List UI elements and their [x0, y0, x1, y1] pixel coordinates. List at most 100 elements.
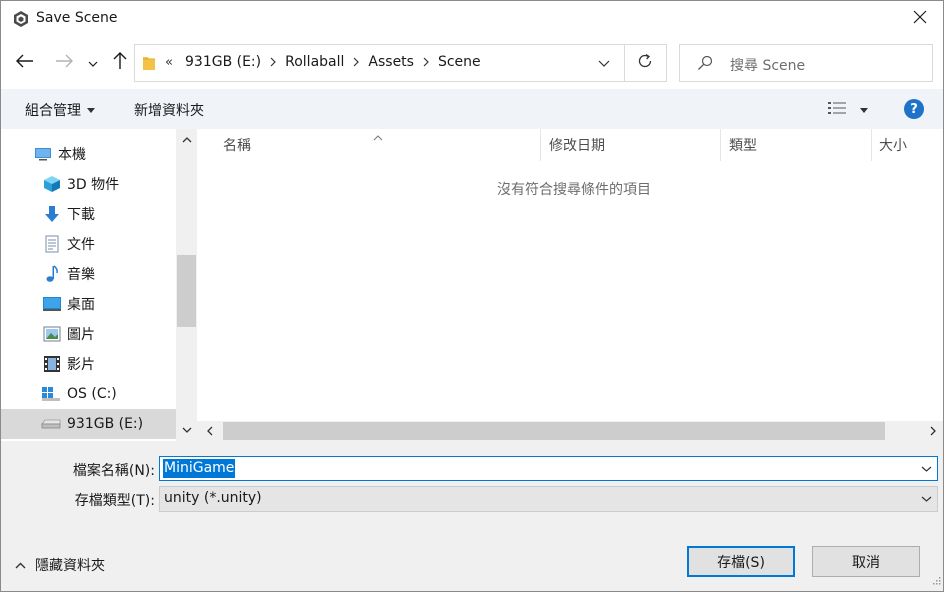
unity-app-icon [12, 10, 30, 28]
search-icon [697, 55, 713, 75]
breadcrumb-item[interactable]: Assets [368, 54, 414, 70]
breadcrumb-item[interactable]: Scene [438, 54, 481, 70]
tree-item-pictures[interactable]: 圖片 [1, 319, 176, 349]
column-header-label: 類型 [729, 138, 757, 154]
folder-icon [142, 55, 156, 75]
navpane-scrollbar[interactable] [176, 129, 197, 441]
breadcrumb-item[interactable]: 931GB (E:) [185, 54, 261, 70]
close-button[interactable] [897, 1, 943, 37]
help-icon: ? [910, 101, 918, 117]
up-button[interactable] [108, 51, 132, 75]
tree-item-videos[interactable]: 影片 [1, 349, 176, 379]
chevron-down-icon [919, 491, 933, 507]
tree-item-documents[interactable]: 文件 [1, 229, 176, 259]
chevron-right-icon[interactable] [423, 57, 429, 67]
search-box[interactable]: 搜尋 Scene [679, 44, 933, 82]
chevron-down-icon[interactable] [919, 461, 933, 477]
command-bar: 組合管理 新增資料夾 ? [1, 89, 943, 129]
scroll-left-button[interactable] [200, 421, 220, 441]
breadcrumb-item[interactable]: Rollaball [285, 54, 344, 70]
desktop-icon [42, 294, 62, 314]
filetype-value: unity (*.unity) [164, 490, 262, 506]
scroll-up-button[interactable] [176, 131, 197, 149]
tree-item-label: 圖片 [67, 327, 95, 343]
tree-item-label: 音樂 [67, 267, 95, 283]
hide-folders-label: 隱藏資料夾 [35, 558, 105, 574]
arrow-left-icon [16, 54, 34, 72]
download-icon [42, 204, 62, 224]
scrollbar-thumb[interactable] [177, 255, 196, 327]
column-header-size[interactable]: 大小 [879, 129, 939, 161]
column-header-name[interactable]: 名稱 [223, 129, 539, 161]
view-options-button[interactable] [828, 101, 868, 119]
breadcrumb: 931GB (E:) Rollaball Assets Scene [185, 54, 481, 70]
chevron-right-icon[interactable] [270, 57, 276, 67]
address-bar[interactable]: « 931GB (E:) Rollaball Assets Scene [134, 44, 667, 82]
refresh-button[interactable] [633, 51, 657, 75]
tree-item-label: 桌面 [67, 297, 95, 313]
details-view-icon [828, 101, 846, 119]
tree-item-os-c[interactable]: OS (C:) [1, 379, 176, 409]
divider [624, 45, 625, 81]
caret-down-icon [87, 107, 95, 113]
address-dropdown-button[interactable] [593, 53, 615, 73]
resize-grip-icon[interactable] [931, 573, 941, 589]
filetype-select[interactable]: unity (*.unity) [159, 486, 938, 512]
column-divider[interactable] [720, 129, 721, 161]
arrow-right-icon [55, 54, 73, 72]
tree-item-this-pc[interactable]: 本機 [1, 139, 176, 169]
filelist-horizontal-scrollbar[interactable] [197, 421, 943, 441]
window-title: Save Scene [36, 10, 118, 26]
save-button[interactable]: 存檔(S) [687, 546, 795, 577]
documents-icon [42, 234, 62, 254]
tree-item-931gb-e[interactable]: 931GB (E:) [1, 409, 176, 439]
search-placeholder: 搜尋 Scene [730, 58, 806, 74]
tree-item-label: 文件 [67, 237, 95, 253]
tree-item-desktop[interactable]: 桌面 [1, 289, 176, 319]
column-divider[interactable] [871, 129, 872, 161]
forward-button[interactable] [52, 51, 76, 75]
scrollbar-thumb[interactable] [223, 422, 885, 440]
videos-icon [42, 354, 62, 374]
filename-input[interactable]: MiniGame [163, 459, 236, 478]
back-button[interactable] [13, 51, 37, 75]
chevron-right-icon[interactable] [353, 57, 360, 67]
organize-label: 組合管理 [25, 103, 81, 119]
save-button-label: 存檔(S) [717, 554, 765, 571]
column-header-label: 大小 [879, 138, 907, 154]
recent-locations-button[interactable] [83, 51, 103, 75]
column-divider[interactable] [540, 129, 541, 161]
music-icon [42, 264, 62, 284]
tree-item-3d-objects[interactable]: 3D 物件 [1, 169, 176, 199]
save-scene-dialog: Save Scene « 931GB (E:) Rollaball Assets… [0, 0, 944, 592]
file-list: 名稱 修改日期 類型 大小 沒有符合搜尋條件的項目 [197, 129, 943, 441]
help-button[interactable]: ? [904, 99, 924, 119]
chevron-down-icon [598, 55, 610, 71]
title-bar: Save Scene [1, 1, 943, 37]
breadcrumb-overflow[interactable]: « [165, 55, 173, 70]
arrow-up-icon [113, 52, 127, 74]
chevron-up-icon [15, 562, 26, 569]
tree-item-label: 3D 物件 [67, 177, 120, 193]
tree-item-label: 931GB (E:) [67, 416, 144, 432]
column-header-label: 修改日期 [549, 138, 605, 154]
scroll-right-button[interactable] [923, 421, 943, 441]
cancel-button-label: 取消 [852, 554, 880, 571]
tree-item-label: OS (C:) [67, 386, 117, 402]
tree-item-label: 下載 [67, 207, 95, 223]
computer-icon [33, 144, 53, 164]
column-header-date[interactable]: 修改日期 [549, 129, 719, 161]
cancel-button[interactable]: 取消 [812, 546, 920, 577]
tree-item-music[interactable]: 音樂 [1, 259, 176, 289]
organize-button[interactable]: 組合管理 [25, 100, 95, 120]
scroll-down-button[interactable] [176, 421, 197, 439]
caret-down-icon [860, 107, 868, 113]
hide-folders-button[interactable]: 隱藏資料夾 [15, 555, 105, 575]
empty-list-message: 沒有符合搜尋條件的項目 [497, 182, 651, 198]
column-header-type[interactable]: 類型 [729, 129, 869, 161]
3d-objects-icon [42, 174, 62, 194]
tree-item-downloads[interactable]: 下載 [1, 199, 176, 229]
new-folder-button[interactable]: 新增資料夾 [134, 100, 204, 120]
filename-combobox[interactable]: MiniGame [159, 456, 938, 481]
navigation-bar: « 931GB (E:) Rollaball Assets Scene 搜尋 S… [1, 37, 943, 89]
